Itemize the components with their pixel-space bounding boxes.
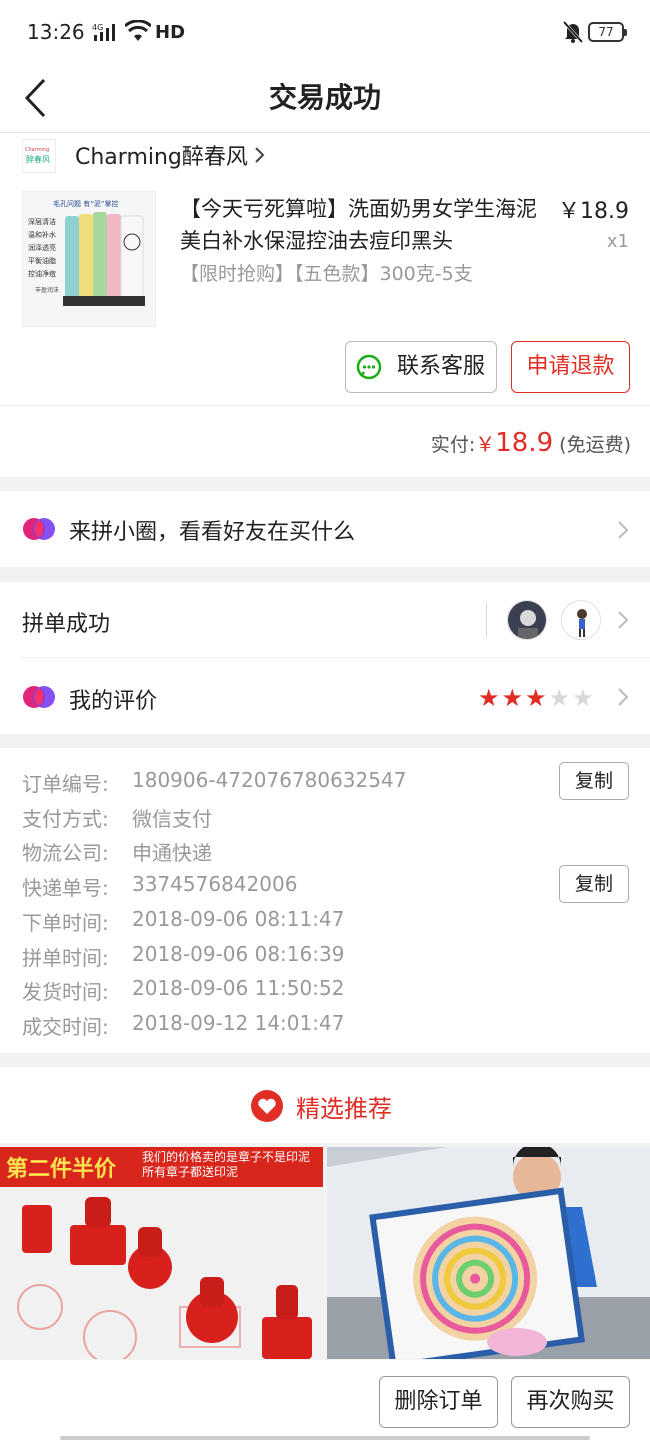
chevron-right-icon (618, 688, 629, 706)
svg-text:平衡油脂: 平衡油脂 (28, 256, 56, 265)
order-number-row: 订单编号: 180906-472076780632547 (22, 768, 407, 796)
chevron-right-icon[interactable] (252, 145, 266, 165)
chevron-right-icon (618, 521, 629, 539)
product-spec: 【限时抢购】【五色款】300克-5支 (180, 263, 473, 285)
star-empty-icon: ★ (548, 684, 571, 712)
mute-bell-icon (562, 20, 584, 44)
home-indicator[interactable] (60, 1436, 590, 1440)
buy-again-button[interactable]: 再次购买 (511, 1376, 630, 1428)
divider (20, 657, 650, 658)
shop-logo-image: Charming 醉春风 (25, 147, 50, 164)
divider (486, 602, 487, 638)
hd-indicator: HD (155, 22, 186, 43)
svg-text:毛孔问题 有“泥”掌控: 毛孔问题 有“泥”掌控 (53, 199, 118, 208)
payment-method: 微信支付 (132, 807, 212, 831)
payment-label: 实付: (430, 434, 476, 456)
ship-time-row: 发货时间: 2018-09-06 11:50:52 (22, 976, 345, 1004)
wifi-icon (125, 20, 151, 41)
group-time: 2018-09-06 08:16:39 (132, 942, 345, 966)
copy-order-number-button[interactable]: 复制 (559, 762, 629, 800)
svg-text:丰盈润沫: 丰盈润沫 (35, 286, 59, 294)
refund-button[interactable]: 申请退款 (511, 341, 630, 393)
star-empty-icon: ★ (572, 684, 594, 712)
order-card: Charming 醉春风 Charming醉春风 毛孔问题 有“泥”掌控 深层清… (0, 133, 650, 405)
lollipop-product-image (327, 1147, 650, 1359)
status-time: 13:26 (27, 20, 85, 44)
delete-order-button[interactable]: 删除订单 (379, 1376, 498, 1428)
product-price: ￥18.9 (558, 199, 629, 224)
complete-time-row: 成交时间: 2018-09-12 14:01:47 (22, 1011, 345, 1039)
group-time-row: 拼单时间: 2018-09-06 08:16:39 (22, 942, 345, 970)
logistics-company: 申通快递 (132, 841, 212, 865)
avatar[interactable] (507, 600, 547, 640)
circle-logo-icon (23, 518, 55, 540)
product-title[interactable]: 【今天亏死算啦】洗面奶男女学生海泥美白补水保湿控油去痘印黑头 (180, 193, 545, 257)
stamp-product-image (0, 1187, 323, 1359)
contact-service-button[interactable]: 联系客服 (345, 341, 497, 393)
logistics-row: 物流公司: 申通快递 (22, 837, 212, 866)
svg-text:润泽透亮: 润泽透亮 (28, 243, 56, 252)
friend-circle-row[interactable]: 来拼小圈，看看好友在买什么 (0, 491, 650, 567)
product-quantity: x1 (606, 231, 629, 252)
recommend-item[interactable] (327, 1147, 650, 1359)
nav-bar: 交易成功 (0, 66, 650, 133)
cellular-signal-icon: 4G (92, 23, 115, 41)
bottom-action-bar: 删除订单 再次购买 (0, 1360, 650, 1444)
shop-name[interactable]: Charming醉春风 (75, 139, 248, 171)
review-rating: ★★★★★ (478, 686, 596, 710)
promo-title: 第二件半价 (6, 1157, 117, 1182)
order-number: 180906-472076780632547 (132, 768, 407, 792)
complete-time: 2018-09-12 14:01:47 (132, 1011, 345, 1035)
svg-text:深层清洁: 深层清洁 (28, 217, 56, 226)
order-time: 2018-09-06 08:11:47 (132, 907, 345, 931)
recommend-header: 精选推荐 (0, 1067, 650, 1143)
svg-text:温和补水: 温和补水 (28, 230, 56, 239)
payment-currency: ￥ (475, 432, 496, 456)
shop-logo[interactable]: Charming 醉春风 (22, 139, 56, 173)
page-title: 交易成功 (268, 81, 381, 114)
copy-tracking-button[interactable]: 复制 (559, 865, 629, 903)
status-bar: 13:26 4G HD 77 (0, 0, 650, 66)
contact-service-label: 联系客服 (396, 354, 485, 379)
promo-banner: 第二件半价 我们的价格卖的是章子不是印泥 所有章子都送印泥 (0, 1147, 323, 1187)
network-type: 4G (92, 23, 103, 32)
chat-bubble-icon (356, 354, 382, 380)
svg-text:Charming: Charming (25, 147, 49, 153)
promo-subtitle: 我们的价格卖的是章子不是印泥 所有章子都送印泥 (142, 1150, 311, 1179)
group-success-label: 拼单成功 (22, 612, 111, 637)
order-time-row: 下单时间: 2018-09-06 08:11:47 (22, 907, 345, 935)
my-review-label: 我的评价 (69, 689, 158, 714)
order-info: 订单编号: 180906-472076780632547 支付方式: 微信支付 物流… (0, 748, 650, 1053)
chevron-right-icon (618, 611, 629, 629)
tracking-row: 快递单号: 3374576842006 (22, 872, 298, 900)
product-image: 毛孔问题 有“泥”掌控 深层清洁 温和补水 润泽透亮 平衡油脂 控油净痘 丰盈润… (23, 192, 155, 326)
payment-method-row: 支付方式: 微信支付 (22, 803, 212, 832)
svg-text:控油净痘: 控油净痘 (28, 269, 56, 278)
star-filled-icon: ★ (525, 684, 547, 712)
svg-text:醉春风: 醉春风 (26, 154, 50, 164)
avatar[interactable] (561, 600, 601, 640)
recommend-title: 精选推荐 (296, 1095, 392, 1123)
group-review-section: 拼单成功 我的评价 ★★★★★ (0, 582, 650, 734)
ship-time: 2018-09-06 11:50:52 (132, 976, 345, 1000)
recommend-grid: 第二件半价 我们的价格卖的是章子不是印泥 所有章子都送印泥 (0, 1147, 650, 1359)
order-detail-page: 13:26 4G HD 77 交易成功 Charming 醉春风 Charmin… (0, 0, 650, 1444)
star-filled-icon: ★ (478, 684, 500, 712)
payment-amount: 18.9 (495, 428, 554, 458)
heart-icon (251, 1090, 283, 1122)
battery-icon: 77 (588, 22, 627, 42)
payment-summary: 实付:￥18.9 (免运费) (0, 405, 650, 477)
friend-circle-label: 来拼小圈，看看好友在买什么 (69, 520, 356, 545)
recommend-item[interactable]: 第二件半价 我们的价格卖的是章子不是印泥 所有章子都送印泥 (0, 1147, 323, 1359)
shipping-note: (免运费) (559, 434, 631, 456)
review-logo-icon (23, 686, 55, 708)
star-filled-icon: ★ (501, 684, 524, 712)
product-thumbnail[interactable]: 毛孔问题 有“泥”掌控 深层清洁 温和补水 润泽透亮 平衡油脂 控油净痘 丰盈润… (22, 191, 156, 327)
tracking-number: 3374576842006 (132, 872, 298, 896)
payment-total: 实付:￥18.9 (免运费) (431, 428, 631, 458)
